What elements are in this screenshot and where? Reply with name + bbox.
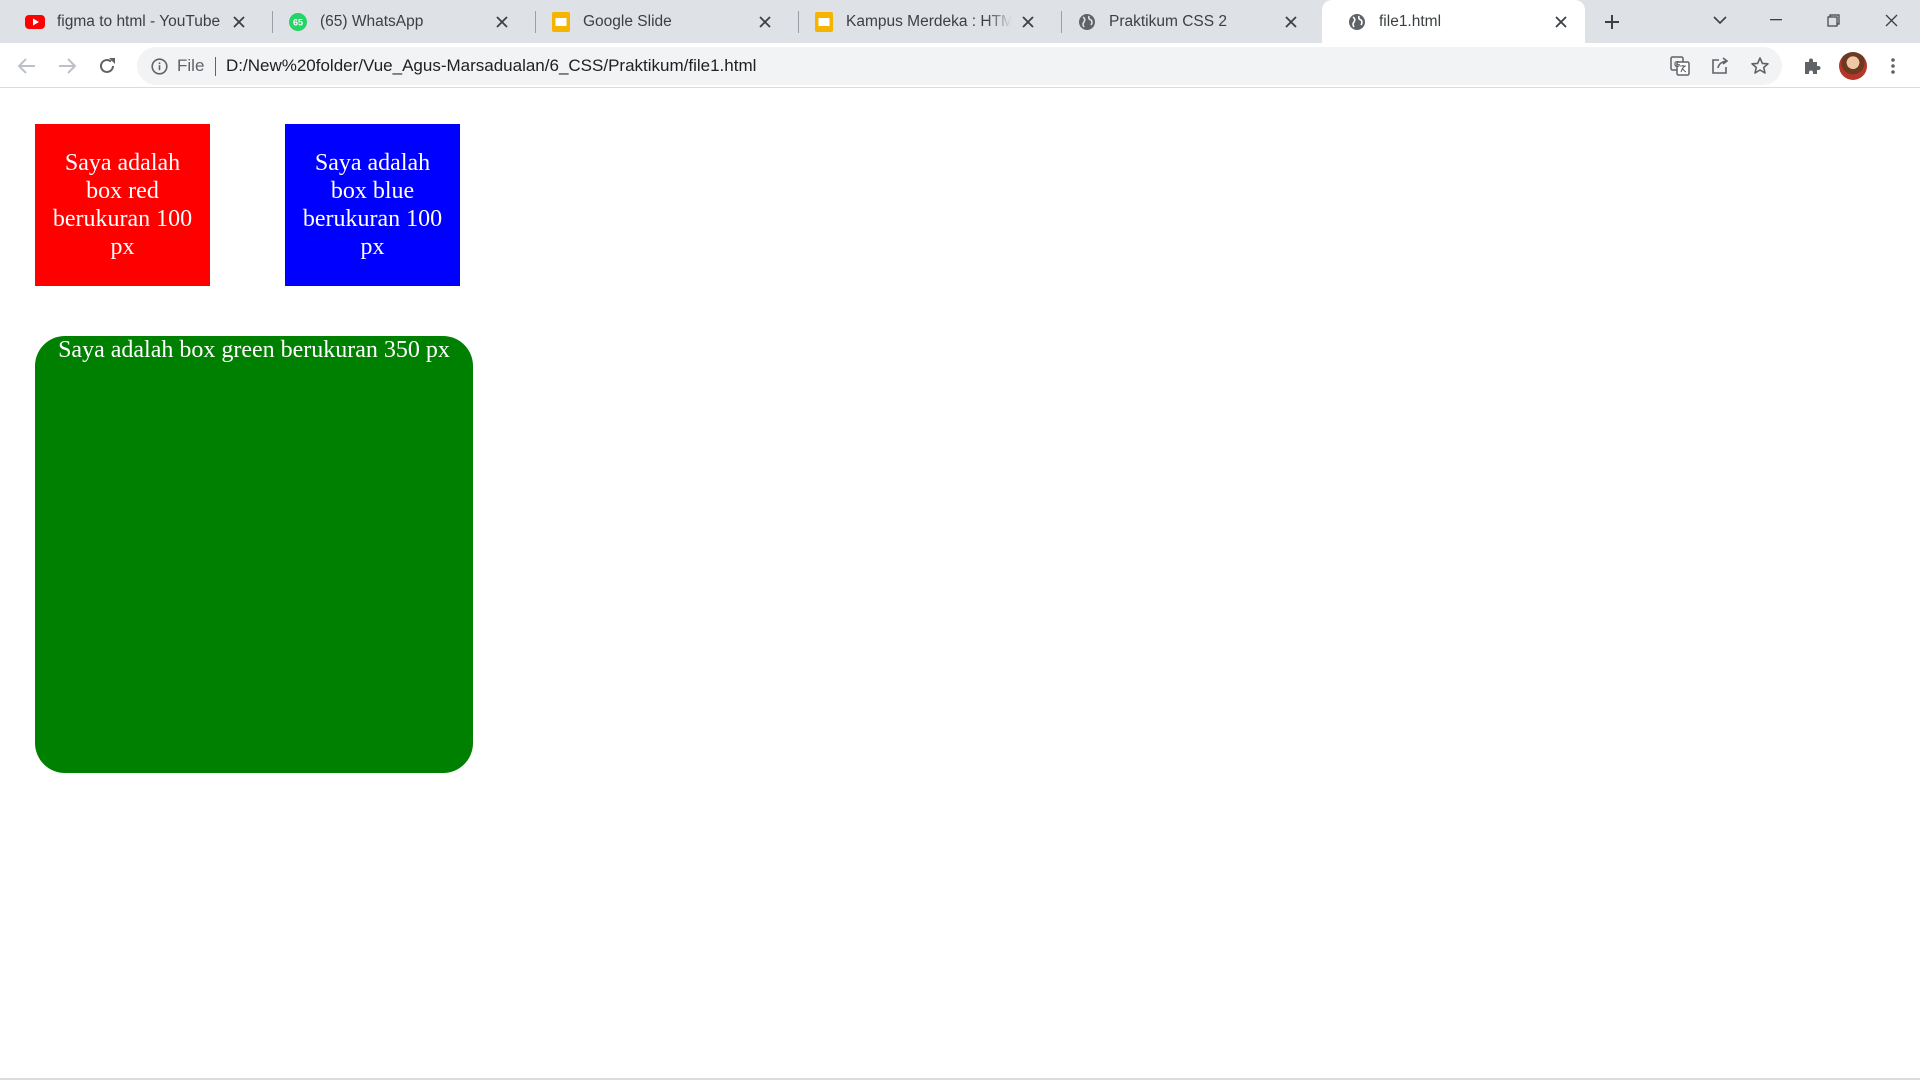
tab-search-dropdown-icon[interactable] xyxy=(1692,0,1748,40)
green-box: Saya adalah box green berukuran 350 px xyxy=(35,336,473,773)
tab-strip: figma to html - YouTube 65 (65) WhatsApp… xyxy=(0,0,1920,43)
forward-button[interactable] xyxy=(51,50,83,82)
red-box-text: Saya adalah box red berukuran 100 px xyxy=(52,150,193,260)
back-button[interactable] xyxy=(11,50,43,82)
tab-title: figma to html - YouTube xyxy=(57,12,221,30)
svg-text:65: 65 xyxy=(293,17,303,27)
url-text[interactable]: D:/New%20folder/Vue_Agus-Marsadualan/6_C… xyxy=(226,56,756,76)
more-menu-icon[interactable] xyxy=(1877,50,1909,82)
tab-google-slide[interactable]: Google Slide xyxy=(526,0,789,43)
close-icon[interactable] xyxy=(1018,12,1038,32)
new-tab-button[interactable] xyxy=(1598,8,1626,36)
whatsapp-icon: 65 xyxy=(288,12,308,32)
url-divider xyxy=(215,57,216,76)
globe-icon xyxy=(1347,12,1367,32)
reload-button[interactable] xyxy=(91,50,123,82)
minimize-icon[interactable] xyxy=(1748,0,1804,40)
share-icon[interactable] xyxy=(1707,53,1733,79)
youtube-icon xyxy=(25,12,45,32)
blue-box-text: Saya adalah box blue berukuran 100 px xyxy=(302,150,443,260)
close-icon[interactable] xyxy=(492,12,512,32)
extensions-puzzle-icon[interactable] xyxy=(1796,50,1828,82)
tab-kampus-merdeka[interactable]: Kampus Merdeka : HTML & xyxy=(789,0,1052,43)
google-slides-icon xyxy=(814,11,834,32)
tab-file1-active[interactable]: file1.html xyxy=(1322,0,1585,43)
close-icon[interactable] xyxy=(755,12,775,32)
tab-praktikum-css[interactable]: Praktikum CSS 2 xyxy=(1052,0,1315,43)
browser-toolbar: File D:/New%20folder/Vue_Agus-Marsaduala… xyxy=(0,43,1920,88)
address-bar[interactable]: File D:/New%20folder/Vue_Agus-Marsaduala… xyxy=(137,47,1782,85)
tab-title: file1.html xyxy=(1379,12,1442,30)
tab-title: (65) WhatsApp xyxy=(320,12,424,30)
tab-title: Kampus Merdeka : HTML & xyxy=(846,12,1012,30)
close-icon[interactable] xyxy=(1281,12,1301,32)
bookmark-star-icon[interactable] xyxy=(1747,53,1773,79)
blue-box: Saya adalah box blue berukuran 100 px xyxy=(285,124,460,286)
tab-youtube[interactable]: figma to html - YouTube xyxy=(0,0,263,43)
green-box-text: Saya adalah box green berukuran 350 px xyxy=(58,337,450,363)
profile-avatar[interactable] xyxy=(1839,52,1867,80)
restore-icon[interactable] xyxy=(1805,0,1861,40)
close-icon[interactable] xyxy=(229,12,249,32)
red-box: Saya adalah box red berukuran 100 px xyxy=(35,124,210,286)
google-slides-icon xyxy=(551,11,571,32)
url-scheme-label: File xyxy=(177,56,205,75)
tab-whatsapp[interactable]: 65 (65) WhatsApp xyxy=(263,0,526,43)
page-viewport: Saya adalah box red berukuran 100 px Say… xyxy=(0,89,1920,1078)
tab-title: Google Slide xyxy=(583,12,672,30)
translate-icon[interactable]: G xyxy=(1667,53,1693,79)
globe-icon xyxy=(1077,12,1097,32)
info-icon[interactable] xyxy=(149,56,169,76)
svg-text:G: G xyxy=(1674,60,1680,69)
close-icon[interactable] xyxy=(1551,12,1571,32)
tab-title: Praktikum CSS 2 xyxy=(1109,12,1228,30)
window-close-icon[interactable] xyxy=(1863,0,1919,40)
